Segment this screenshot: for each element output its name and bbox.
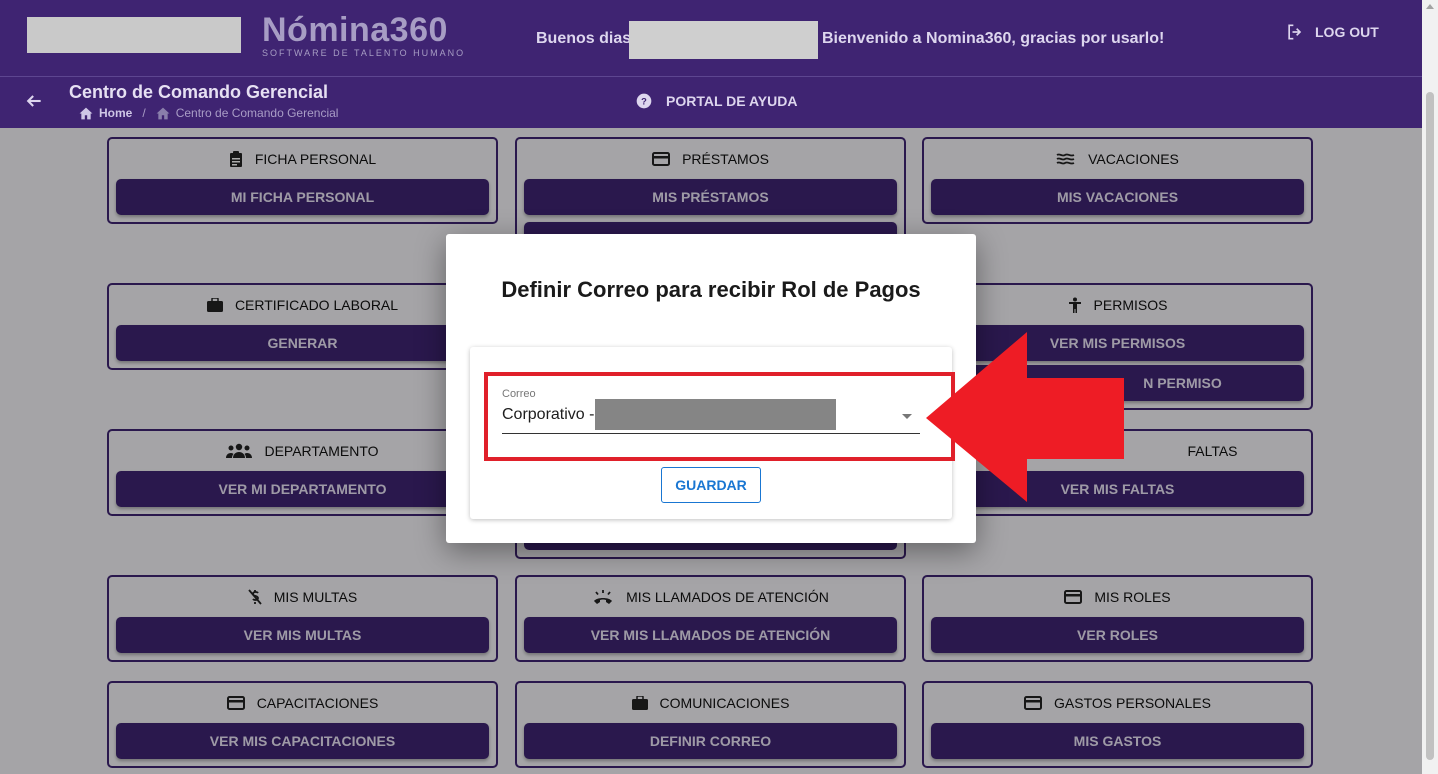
highlight-annotation-box	[484, 372, 955, 461]
logout-icon	[1288, 24, 1302, 40]
home-icon	[156, 107, 170, 119]
help-icon: ?	[636, 93, 652, 109]
arrow-left-icon	[26, 95, 41, 107]
dialog-form-card: Correo Corporativo - GUARDAR	[470, 347, 955, 519]
scrollbar-thumb[interactable]	[1426, 92, 1434, 760]
breadcrumb: Home / Centro de Comando Gerencial	[79, 106, 338, 120]
logo-main-text: Nómina360	[262, 11, 448, 49]
red-arrow-annotation-icon	[926, 332, 1124, 502]
top-bar: Nómina360 SOFTWARE DE TALENTO HUMANO Bue…	[0, 0, 1422, 76]
company-logo-redacted	[27, 17, 241, 53]
logo-sub-text: SOFTWARE DE TALENTO HUMANO	[262, 48, 466, 58]
define-email-dialog: Definir Correo para recibir Rol de Pagos…	[446, 234, 976, 543]
welcome-text: Bienvenido a Nomina360, gracias por usar…	[822, 30, 1165, 47]
logout-label: LOG OUT	[1315, 24, 1379, 40]
breadcrumb-separator: /	[142, 106, 146, 120]
greeting-text: Buenos dias	[536, 30, 632, 47]
logout-button[interactable]: LOG OUT	[1285, 22, 1379, 42]
user-name-redacted	[629, 21, 818, 59]
sub-header: Centro de Comando Gerencial Home / Centr…	[0, 76, 1422, 128]
help-label: PORTAL DE AYUDA	[666, 93, 798, 109]
svg-text:?: ?	[641, 96, 647, 106]
save-button[interactable]: GUARDAR	[661, 467, 761, 503]
help-portal-link[interactable]: ? PORTAL DE AYUDA	[636, 93, 797, 109]
page-title: Centro de Comando Gerencial	[69, 82, 329, 102]
page-scrollbar[interactable]	[1422, 0, 1438, 774]
home-icon	[79, 107, 93, 119]
scroll-up-arrow-icon[interactable]	[1426, 4, 1434, 9]
breadcrumb-current: Centro de Comando Gerencial	[175, 106, 339, 120]
breadcrumb-home[interactable]: Home	[99, 106, 132, 120]
back-button[interactable]	[24, 91, 44, 116]
dialog-title: Definir Correo para recibir Rol de Pagos	[501, 277, 921, 302]
app-logo: Nómina360 SOFTWARE DE TALENTO HUMANO	[262, 12, 465, 58]
